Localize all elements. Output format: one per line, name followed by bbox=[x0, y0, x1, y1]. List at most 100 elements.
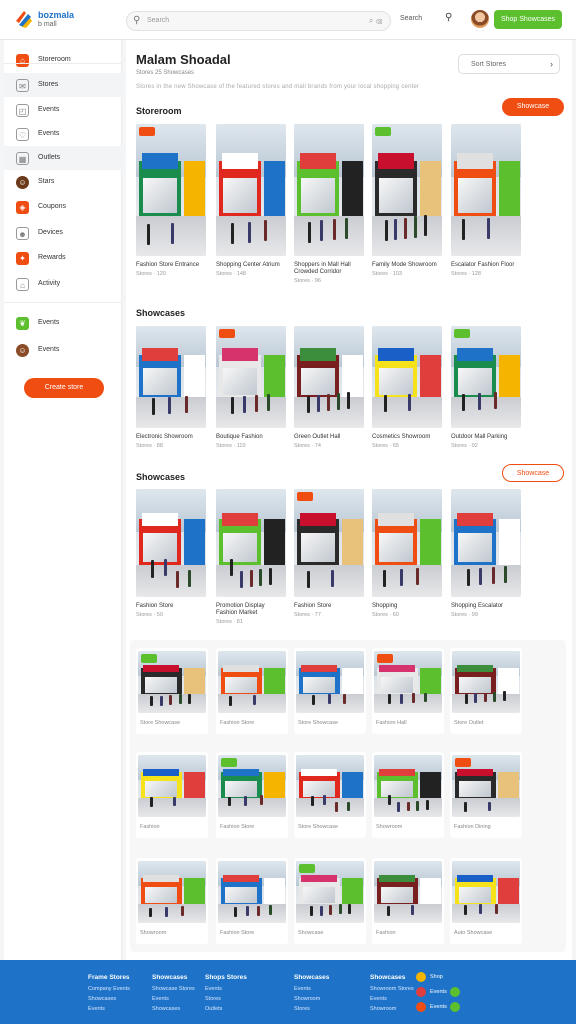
grid-store-card[interactable]: Showcase bbox=[294, 858, 366, 944]
footer-link[interactable]: Events bbox=[152, 996, 195, 1002]
grid-store-card[interactable]: Fashion Dining bbox=[450, 752, 522, 838]
footer-link[interactable]: Events bbox=[88, 1006, 130, 1012]
search-input[interactable]: ⚲ Search ⌕ ⌫ bbox=[126, 11, 391, 31]
grid-store-card[interactable]: Fashion Store bbox=[216, 648, 288, 734]
store-thumbnail[interactable] bbox=[136, 489, 206, 597]
social-icon[interactable] bbox=[416, 987, 426, 997]
sidebar-item[interactable]: ❦ Events bbox=[4, 311, 122, 335]
store-thumbnail[interactable] bbox=[372, 124, 442, 256]
sidebar-item[interactable]: ☺ Stars bbox=[4, 170, 122, 194]
brand-name[interactable]: bozmala bbox=[38, 10, 74, 20]
store-thumbnail[interactable] bbox=[294, 124, 364, 256]
store-thumbnail[interactable] bbox=[138, 861, 206, 923]
footer-link[interactable]: Showroom bbox=[370, 1006, 414, 1012]
grid-store-card[interactable]: Store Showcase bbox=[294, 648, 366, 734]
store-thumbnail[interactable] bbox=[452, 755, 520, 817]
sidebar-item[interactable]: ✉ Stores bbox=[4, 73, 122, 97]
sidebar-item[interactable]: ☺ Events bbox=[4, 338, 122, 362]
store-card[interactable]: Family Mode Showroom Stores · 103 bbox=[372, 124, 442, 277]
store-thumbnail[interactable] bbox=[296, 755, 364, 817]
sidebar-item[interactable]: ♡ Events bbox=[4, 122, 122, 146]
sort-dropdown[interactable]: Sort Stores › bbox=[458, 54, 560, 74]
footer-link[interactable]: Showroom Stores bbox=[370, 986, 414, 992]
store-card[interactable]: Shoppers in Mall Hall Crowded Corridor St… bbox=[294, 124, 364, 284]
grid-store-card[interactable]: Fashion bbox=[372, 858, 444, 944]
store-card[interactable]: Shopping Escalator Stores · 99 bbox=[451, 489, 521, 618]
store-card[interactable]: Electronic Showroom Stores · 88 bbox=[136, 326, 206, 449]
store-thumbnail[interactable] bbox=[452, 651, 520, 713]
social-label[interactable]: Events bbox=[430, 989, 447, 995]
footer-link[interactable]: Showcases bbox=[88, 996, 130, 1002]
store-card[interactable]: Boutique Fashion Stores · 110 bbox=[216, 326, 286, 449]
grid-store-card[interactable]: Fashion Store bbox=[216, 752, 288, 838]
store-thumbnail[interactable] bbox=[451, 489, 521, 597]
store-card[interactable]: Fashion Store Stores · 77 bbox=[294, 489, 364, 618]
store-thumbnail[interactable] bbox=[374, 651, 442, 713]
grid-store-card[interactable]: Auto Showcase bbox=[450, 858, 522, 944]
store-thumbnail[interactable] bbox=[372, 326, 442, 428]
store-thumbnail[interactable] bbox=[374, 861, 442, 923]
store-thumbnail[interactable] bbox=[372, 489, 442, 597]
store-thumbnail[interactable] bbox=[218, 755, 286, 817]
avatar[interactable] bbox=[471, 10, 489, 28]
store-thumbnail[interactable] bbox=[216, 489, 286, 597]
grid-store-card[interactable]: Store Showcase bbox=[294, 752, 366, 838]
grid-store-card[interactable]: Fashion Hall bbox=[372, 648, 444, 734]
store-card[interactable]: Fashion Store Stores · 50 bbox=[136, 489, 206, 618]
footer-link[interactable]: Showcases bbox=[152, 1006, 195, 1012]
footer-link[interactable]: Outlets bbox=[205, 1006, 247, 1012]
footer-link[interactable]: Events bbox=[370, 996, 414, 1002]
grid-store-card[interactable]: Fashion bbox=[136, 752, 208, 838]
store-thumbnail[interactable] bbox=[451, 326, 521, 428]
store-thumbnail[interactable] bbox=[136, 124, 206, 256]
store-card[interactable]: Green Outlet Hall Stores · 74 bbox=[294, 326, 364, 449]
social-icon[interactable] bbox=[416, 1002, 426, 1012]
store-card[interactable]: Fashion Store Entrance Stores · 120 bbox=[136, 124, 206, 277]
store-thumbnail[interactable] bbox=[451, 124, 521, 256]
footer-link[interactable]: Showcase Stores bbox=[152, 986, 195, 992]
store-thumbnail[interactable] bbox=[216, 124, 286, 256]
store-thumbnail[interactable] bbox=[218, 861, 286, 923]
sidebar-item[interactable]: ⌂ Storeroom bbox=[4, 48, 122, 72]
social-icon[interactable] bbox=[450, 972, 460, 982]
store-card[interactable]: Escalator Fashion Floor Stores · 128 bbox=[451, 124, 521, 277]
store-thumbnail[interactable] bbox=[294, 489, 364, 597]
store-thumbnail[interactable] bbox=[296, 861, 364, 923]
section-showcase-button[interactable]: Showcase bbox=[502, 464, 564, 482]
store-card[interactable]: Outdoor Mall Parking Stores · 92 bbox=[451, 326, 521, 449]
store-card[interactable]: Shopping Stores · 60 bbox=[372, 489, 442, 618]
footer-link[interactable]: Company Events bbox=[88, 986, 130, 992]
store-thumbnail[interactable] bbox=[136, 326, 206, 428]
social-icon[interactable] bbox=[450, 987, 460, 997]
sidebar-item[interactable]: ▦ Outlets bbox=[4, 146, 122, 170]
search-icon[interactable]: ⚲ bbox=[445, 12, 452, 23]
store-thumbnail[interactable] bbox=[296, 651, 364, 713]
store-thumbnail[interactable] bbox=[294, 326, 364, 428]
sidebar-item[interactable]: ☻ Devices bbox=[4, 221, 122, 245]
grid-store-card[interactable]: Showroom bbox=[372, 752, 444, 838]
store-card[interactable]: Cosmetics Showroom Stores · 65 bbox=[372, 326, 442, 449]
store-thumbnail[interactable] bbox=[138, 651, 206, 713]
footer-link[interactable]: Stores bbox=[205, 996, 247, 1002]
shop-showcases-button[interactable]: Shop Showcases bbox=[494, 10, 562, 29]
store-thumbnail[interactable] bbox=[374, 755, 442, 817]
footer-link[interactable]: Stores bbox=[294, 1006, 329, 1012]
create-store-button[interactable]: Create store bbox=[24, 378, 104, 398]
grid-store-card[interactable]: Store Showcase bbox=[136, 648, 208, 734]
social-label[interactable]: Events bbox=[430, 1004, 447, 1010]
store-thumbnail[interactable] bbox=[138, 755, 206, 817]
sidebar-item[interactable]: ✦ Rewards bbox=[4, 246, 122, 270]
footer-link[interactable]: Events bbox=[294, 986, 329, 992]
store-thumbnail[interactable] bbox=[452, 861, 520, 923]
grid-store-card[interactable]: Showroom bbox=[136, 858, 208, 944]
section-showcase-button[interactable]: Showcase bbox=[502, 98, 564, 116]
social-icon[interactable] bbox=[450, 1002, 460, 1012]
sidebar-item[interactable]: ⌂ Activity bbox=[4, 272, 122, 296]
social-label[interactable]: Shop bbox=[430, 974, 443, 980]
store-thumbnail[interactable] bbox=[216, 326, 286, 428]
store-thumbnail[interactable] bbox=[218, 651, 286, 713]
search-actions-icon[interactable]: ⌕ ⌫ bbox=[369, 16, 382, 26]
store-card[interactable]: Shopping Center Atrium Stores · 148 bbox=[216, 124, 286, 277]
footer-link[interactable]: Events bbox=[205, 986, 247, 992]
store-card[interactable]: Promotion Display Fashion Market Stores ·… bbox=[216, 489, 286, 625]
